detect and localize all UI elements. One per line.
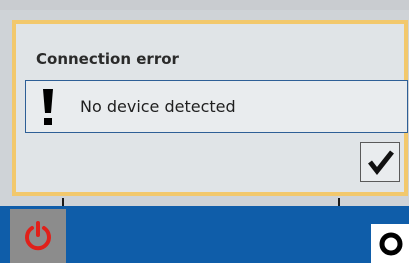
connection-error-dialog: Connection error No device detected <box>12 20 408 196</box>
message-text: No device detected <box>80 97 236 116</box>
message-box: No device detected <box>25 80 408 133</box>
exclamation-icon <box>43 89 53 125</box>
confirm-button[interactable] <box>360 142 400 182</box>
frame-divider <box>62 198 64 206</box>
power-icon <box>25 221 51 251</box>
circle-icon <box>379 232 403 256</box>
checkmark-icon <box>368 150 394 176</box>
power-button[interactable] <box>10 209 66 263</box>
dialog-title: Connection error <box>36 50 179 68</box>
taskbar <box>0 206 409 263</box>
corner-button[interactable] <box>371 224 409 263</box>
top-bar <box>0 0 409 10</box>
frame-divider <box>338 198 340 206</box>
